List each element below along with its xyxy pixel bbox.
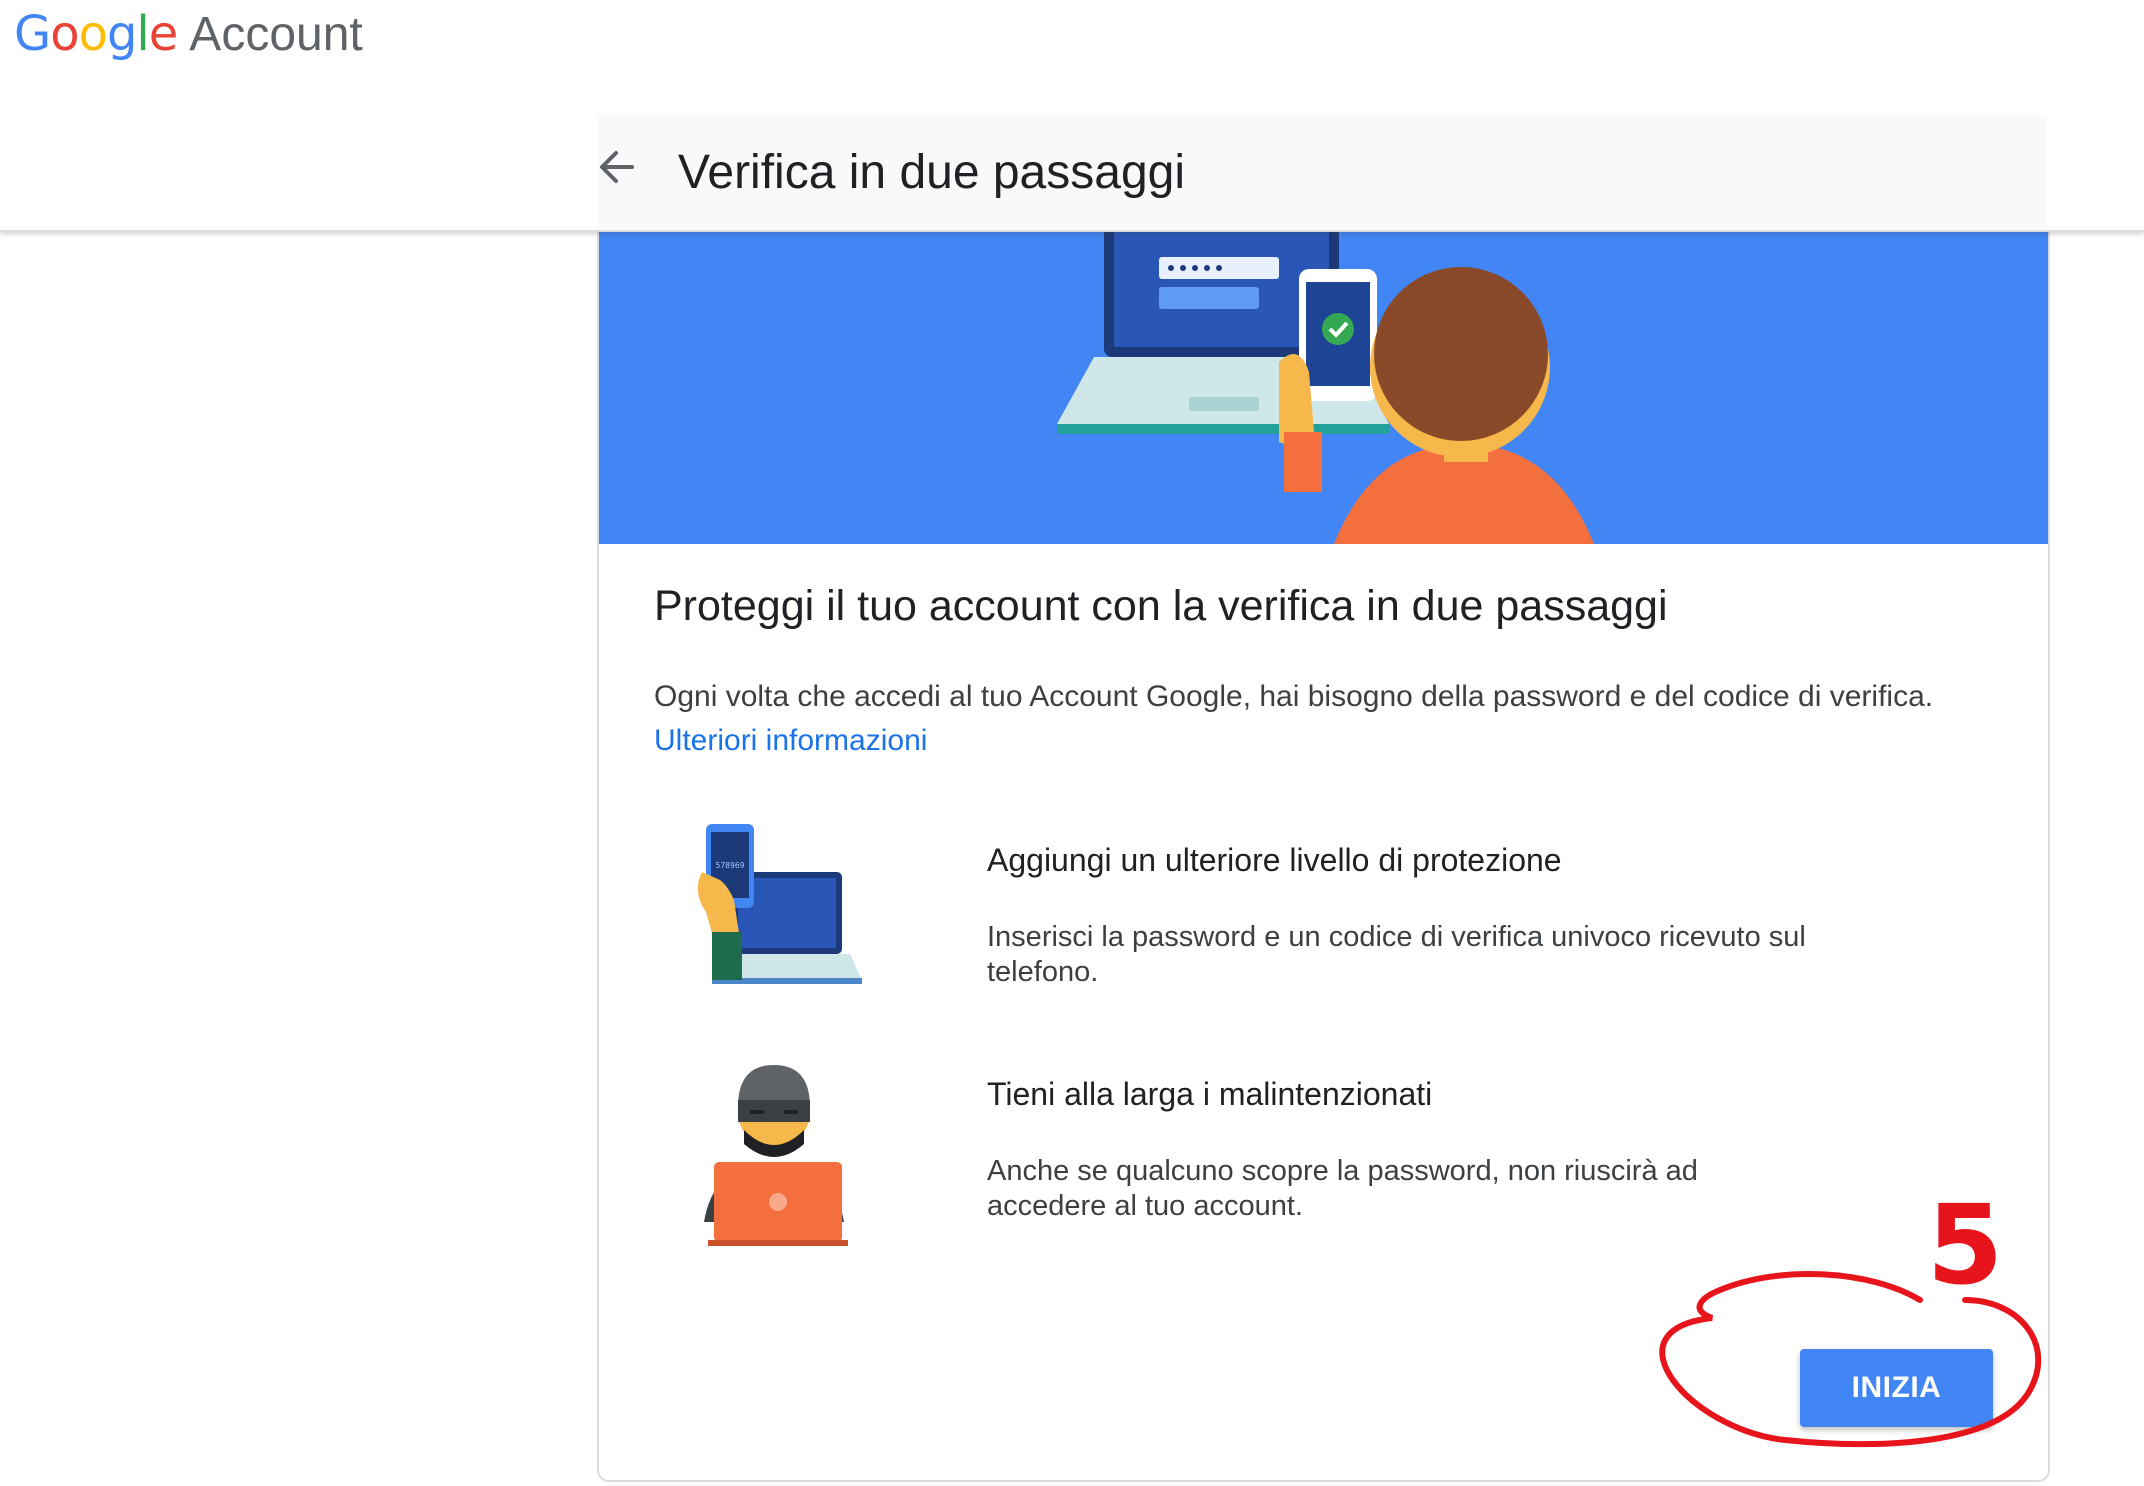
feature-2-title: Tieni alla larga i malintenzionati <box>987 1076 1433 1112</box>
back-button[interactable] <box>590 139 646 195</box>
product-name: Account <box>189 8 363 61</box>
feature-1-text: Inserisci la password e un codice di ver… <box>987 921 1806 988</box>
google-account-brand[interactable]: Google Account <box>14 6 363 76</box>
feature-1-title: Aggiungi un ulteriore livello di protezi… <box>987 842 1562 878</box>
learn-more-link[interactable]: Ulteriori informazioni <box>654 719 927 763</box>
phone-laptop-icon: 578969 <box>674 812 874 1012</box>
page-header: Verifica in due passaggi <box>0 115 2144 232</box>
google-logo: Google <box>14 6 179 62</box>
feature-extra-protection: 578969 Aggiungi un ulteriore livello di … <box>654 812 2004 1012</box>
logo-letter-e: e <box>148 6 179 62</box>
arrow-back-icon <box>600 151 634 183</box>
description: Ogni volta che accedi al tuo Account Goo… <box>654 675 2004 763</box>
two-step-card: Proteggi il tuo account con la verifica … <box>597 160 2050 1482</box>
phone-code: 578969 <box>716 861 745 870</box>
logo-letter-o1: o <box>50 6 79 62</box>
logo-letter-o2: o <box>78 6 108 62</box>
hacker-icon <box>674 1052 874 1252</box>
page-title: Verifica in due passaggi <box>678 146 1185 199</box>
feature-2-text: Anche se qualcuno scopre la password, no… <box>987 1155 1698 1222</box>
description-text: Ogni volta che accedi al tuo Account Goo… <box>654 680 1934 713</box>
logo-letter-g2: g <box>106 6 137 62</box>
main-content: Proteggi il tuo account con la verifica … <box>654 582 2004 763</box>
section-title: Proteggi il tuo account con la verifica … <box>654 582 1668 630</box>
start-button[interactable]: INIZIA <box>1800 1349 1993 1427</box>
logo-letter-g: G <box>14 6 51 62</box>
logo-letter-l: l <box>136 6 149 62</box>
feature-keep-hackers-out: Tieni alla larga i malintenzionati Anche… <box>654 1052 2004 1252</box>
